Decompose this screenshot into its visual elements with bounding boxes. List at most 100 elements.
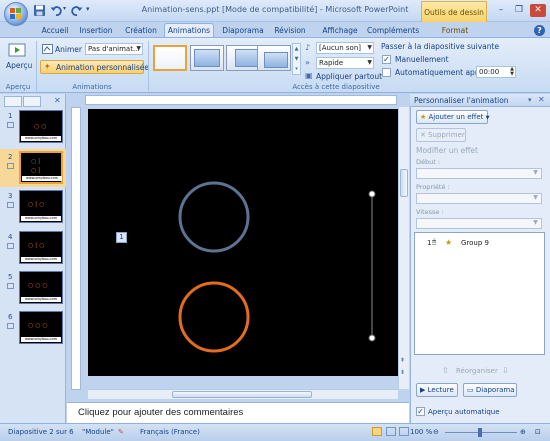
horizontal-scrollbar[interactable] xyxy=(88,389,398,399)
autopreview-label: Aperçu automatique xyxy=(428,408,500,416)
transition-thumbnail-2[interactable] xyxy=(190,45,224,71)
horizontal-ruler xyxy=(85,95,397,105)
slide-sorter-icon[interactable] xyxy=(386,427,396,436)
slide-number: 1 xyxy=(8,112,13,120)
transition-thumbnail-4[interactable] xyxy=(257,45,291,71)
undo-dropdown-icon[interactable]: ▾ xyxy=(63,5,66,12)
zoom-in-icon[interactable]: ⊕ xyxy=(520,428,526,436)
slide-thumbnail-2[interactable]: 2 ○ | ○ | www.omyboo.com xyxy=(0,149,66,187)
next-slide-icon[interactable]: ⇟ xyxy=(400,369,405,376)
slides-pane: ✕ 1 ○ ○ www.omyboo.com 2 ○ | ○ | www.omy… xyxy=(0,94,66,423)
zoom-level[interactable]: 100 % xyxy=(410,428,432,436)
fit-to-window-icon[interactable]: ⊡ xyxy=(535,428,541,436)
ribbon: Aperçu Aperçu Animer : Pas d'animat... ▼… xyxy=(0,37,550,93)
save-icon[interactable] xyxy=(33,4,46,17)
tab-format[interactable]: Format xyxy=(432,24,478,38)
taskpane-menu-icon[interactable]: ▾ xyxy=(528,96,532,104)
zoom-slider-thumb[interactable] xyxy=(478,428,482,437)
prev-slide-icon[interactable]: ⇞ xyxy=(400,357,405,364)
custom-animation-label: Animation personnalisée xyxy=(56,63,149,72)
chevron-down-icon: ▼ xyxy=(136,45,141,52)
animation-star-icon xyxy=(7,323,14,329)
slideshow-button[interactable]: ▭ Diaporama xyxy=(463,383,517,397)
office-button[interactable] xyxy=(4,2,28,26)
speed-dropdown-pane[interactable]: ▼ xyxy=(416,218,542,229)
tab-accueil[interactable]: Accueil xyxy=(38,24,72,38)
tab-revision[interactable]: Révision xyxy=(272,24,308,38)
restore-button[interactable]: ❐ xyxy=(511,4,527,17)
tab-creation[interactable]: Création xyxy=(122,24,160,38)
slide-thumbnail-1[interactable]: 1 ○ ○ www.omyboo.com xyxy=(0,108,66,146)
slide-thumbnail-3[interactable]: 3 ○ | ○ www.omyboo.com xyxy=(0,188,66,226)
slide-shapes xyxy=(178,181,376,353)
autopreview-checkbox[interactable]: ✓ xyxy=(416,407,425,416)
slide-watermark: www.omyboo.com xyxy=(21,257,61,262)
spellcheck-icon[interactable]: ✎ xyxy=(118,428,124,436)
animation-star-icon xyxy=(7,283,14,289)
custom-animation-button[interactable]: ✦ Animation personnalisée xyxy=(40,60,149,74)
gallery-scroll[interactable]: ▲ ▼ ▾ xyxy=(292,43,301,75)
transition-none-thumbnail[interactable] xyxy=(153,45,187,71)
close-button[interactable]: ✕ xyxy=(530,4,546,17)
slide-thumbnail-4[interactable]: 4 ○ | ○ www.omyboo.com xyxy=(0,229,66,267)
start-dropdown[interactable]: ▼ xyxy=(416,168,542,179)
slide-thumbnail-6[interactable]: 6 ○ ○ ○ www.omyboo.com xyxy=(0,309,66,347)
help-icon[interactable]: ? xyxy=(534,25,545,36)
slide-number: 3 xyxy=(8,192,13,200)
animate-dropdown[interactable]: Pas d'animat... ▼ xyxy=(85,43,143,55)
move-down-icon[interactable]: ⇩ xyxy=(502,366,509,375)
tab-affichage[interactable]: Affichage xyxy=(320,24,360,38)
slide-preview: ○ ○ ○ www.omyboo.com xyxy=(19,271,63,304)
scroll-thumb[interactable] xyxy=(172,391,312,398)
scroll-thumb[interactable] xyxy=(400,169,408,197)
minimize-button[interactable]: – xyxy=(493,4,509,17)
zoom-out-icon[interactable]: ⊖ xyxy=(433,428,439,436)
start-label: Début : xyxy=(416,158,441,166)
animation-list[interactable]: 1 🖱 ★ Group 9 xyxy=(414,232,545,355)
qat-customize-icon[interactable]: ▾ xyxy=(86,5,90,13)
tab-insertion[interactable]: Insertion xyxy=(77,24,115,38)
animation-order-tag[interactable]: 1 xyxy=(116,232,127,243)
language[interactable]: Français (France) xyxy=(140,428,200,436)
preview-button[interactable]: Aperçu xyxy=(6,61,32,70)
play-button[interactable]: ▶ Lecture xyxy=(416,383,458,397)
normal-view-icon[interactable] xyxy=(372,427,382,436)
transition-thumbnail-3[interactable] xyxy=(226,45,260,71)
speed-dropdown[interactable]: Rapide ▼ xyxy=(316,57,374,69)
ribbon-separator xyxy=(148,41,149,91)
slide-position: Diapositive 2 sur 6 xyxy=(8,428,74,436)
undo-icon[interactable] xyxy=(50,4,63,17)
close-icon[interactable]: ✕ xyxy=(538,95,545,104)
slideshow-view-icon[interactable] xyxy=(399,427,409,436)
add-effect-button[interactable]: ★ Ajouter un effet ▼ xyxy=(416,110,490,124)
slide-watermark: www.omyboo.com xyxy=(21,216,61,221)
slide-canvas[interactable] xyxy=(88,109,398,376)
slide-thumbnail-5[interactable]: 5 ○ ○ ○ www.omyboo.com xyxy=(0,269,66,307)
tab-outline-icon[interactable] xyxy=(23,96,41,107)
remove-button[interactable]: ✕ Supprimer xyxy=(416,128,466,142)
manual-checkbox[interactable]: ✓ xyxy=(382,55,391,64)
tab-complements[interactable]: Compléments xyxy=(367,24,419,38)
slide-number: 4 xyxy=(8,233,13,241)
list-item[interactable]: 1 🖱 ★ Group 9 xyxy=(417,238,542,250)
tab-animations[interactable]: Animations xyxy=(164,23,214,38)
speed-icon: » xyxy=(305,58,310,67)
sound-dropdown[interactable]: [Aucun son] ▼ xyxy=(316,42,374,54)
animation-star-icon xyxy=(7,243,14,249)
tab-slides-icon[interactable] xyxy=(4,96,22,107)
auto-advance-time[interactable]: 00:00 ▲ ▼ xyxy=(476,66,516,78)
redo-icon[interactable] xyxy=(70,4,83,17)
auto-advance-checkbox[interactable] xyxy=(382,68,391,77)
vertical-scrollbar[interactable]: ⇞ ⇟ xyxy=(398,107,409,389)
circle-bottom-shape xyxy=(178,281,250,353)
manual-label: Manuellement xyxy=(395,55,449,64)
slide-preview: ○ | ○ | www.omyboo.com xyxy=(19,151,63,184)
tab-diaporama[interactable]: Diaporama xyxy=(220,24,266,38)
property-dropdown[interactable]: ▼ xyxy=(416,193,542,204)
move-up-icon[interactable]: ⇧ xyxy=(442,366,449,375)
speed-dropdown-value: Rapide xyxy=(319,59,344,67)
notes-pane[interactable]: Cliquez pour ajouter des commentaires xyxy=(67,402,409,423)
advance-slide-title: Passer à la diapositive suivante xyxy=(381,42,500,51)
close-pane-icon[interactable]: ✕ xyxy=(54,96,61,105)
apply-all-button[interactable]: Appliquer partout xyxy=(316,72,382,81)
